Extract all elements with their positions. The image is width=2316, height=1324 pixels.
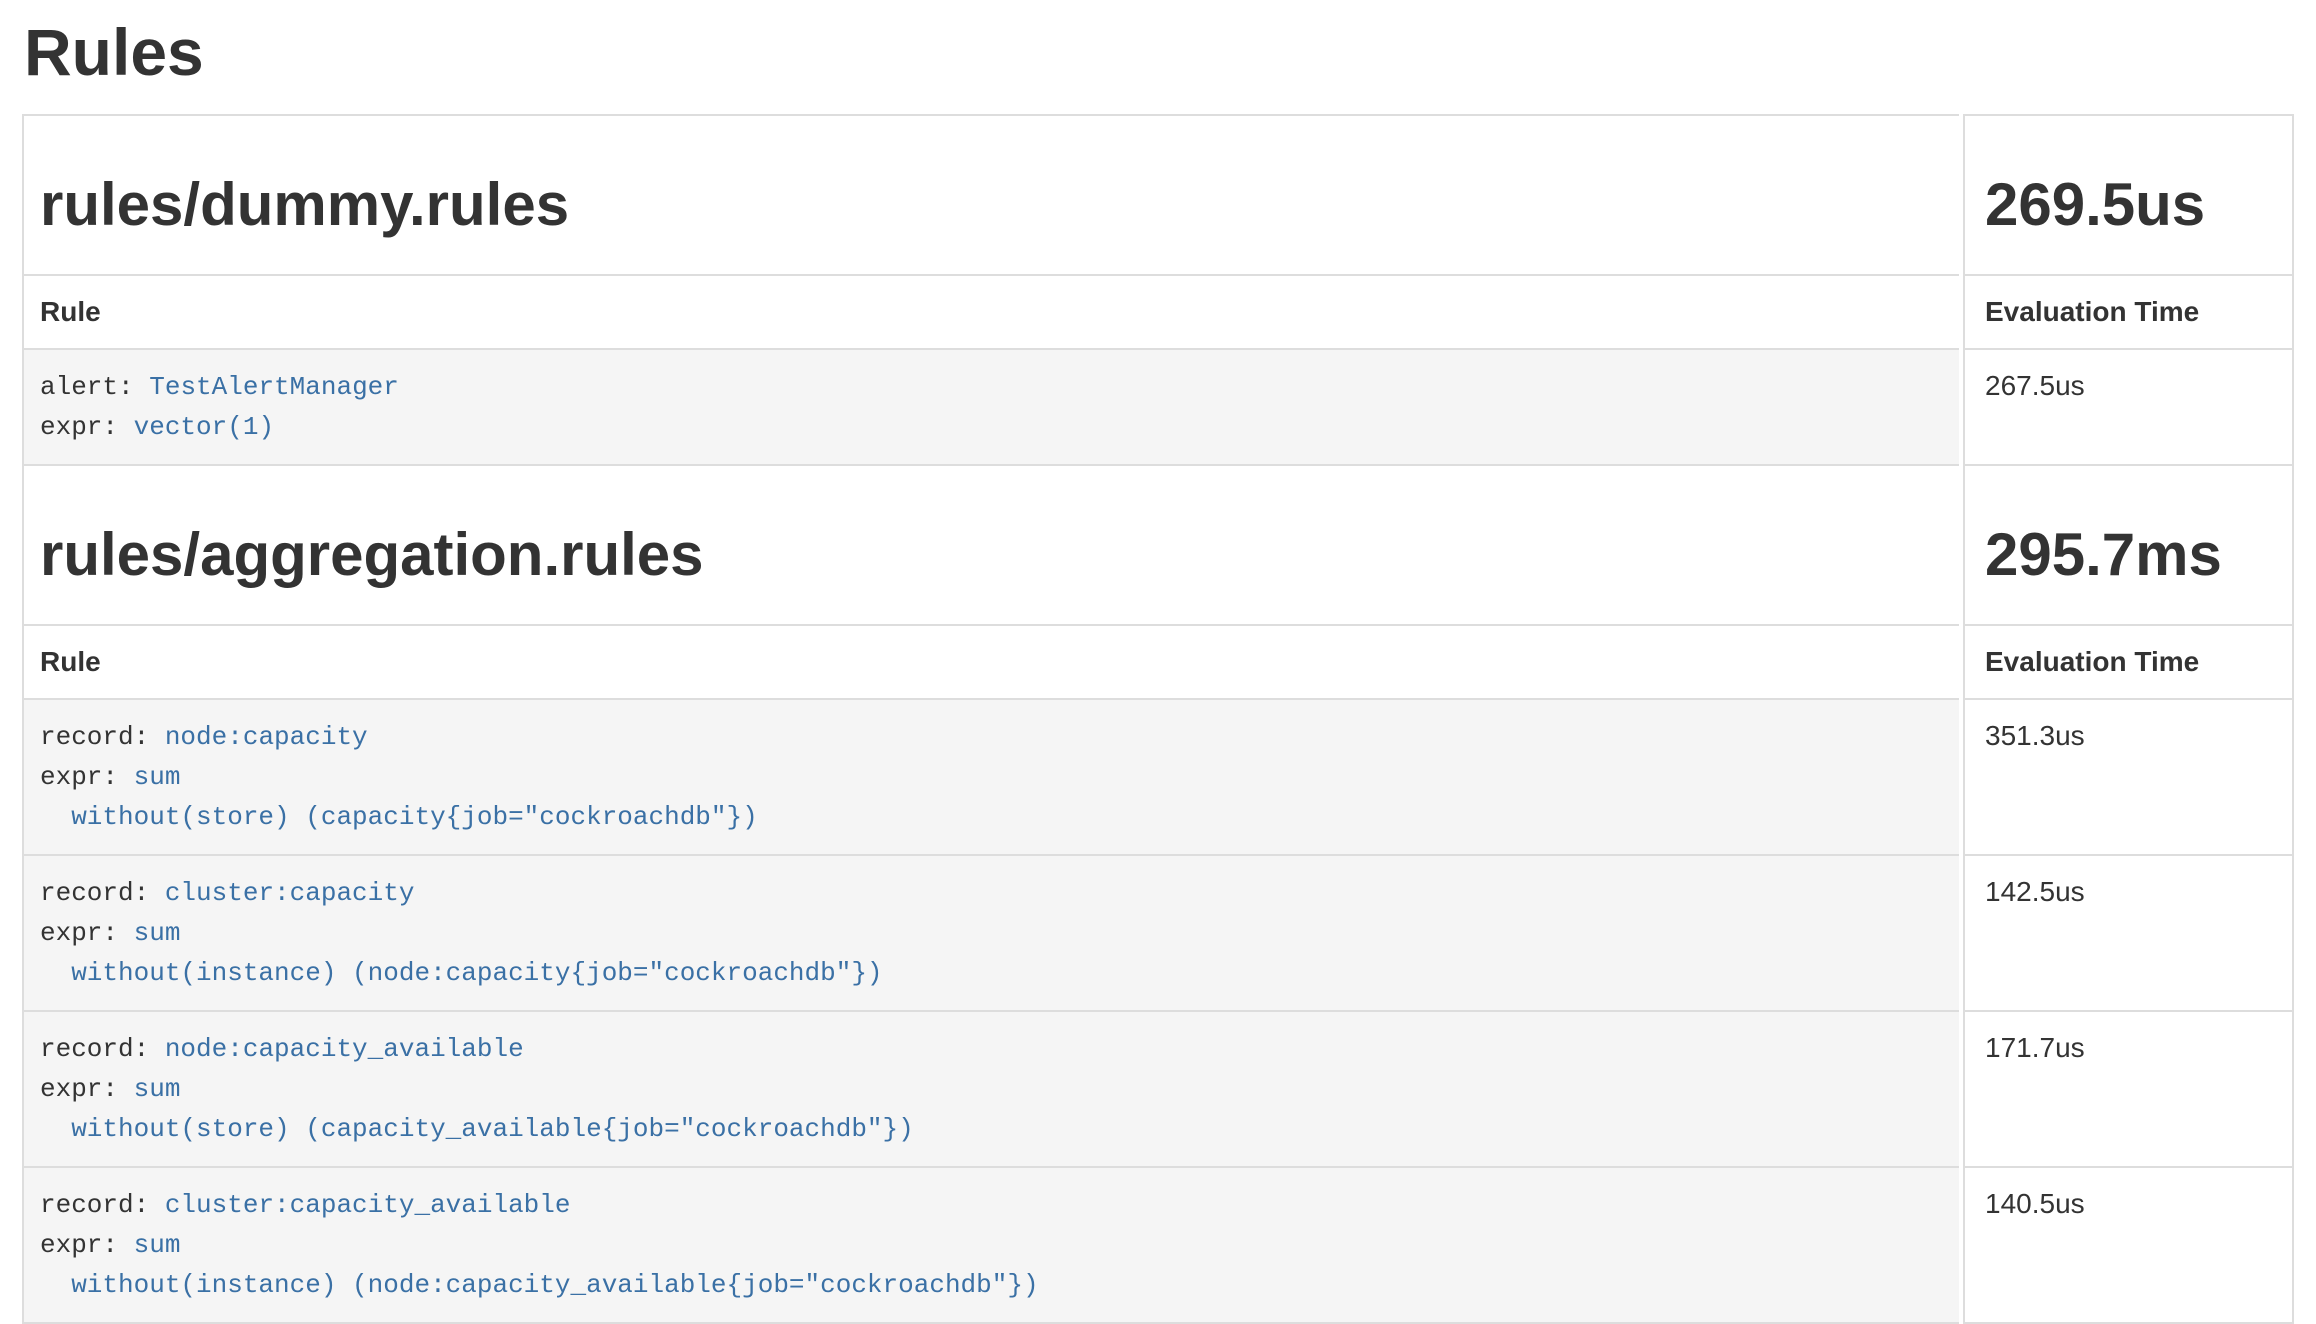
rule-column-header: Rule — [22, 626, 1959, 700]
rule-name-link[interactable]: TestAlertManager — [149, 372, 399, 402]
rule-group-header-row: rules/aggregation.rules 295.7ms — [22, 466, 2294, 626]
rule-evaluation-time: 142.5us — [1985, 876, 2085, 907]
rule-evaluation-time-cell: 140.5us — [1963, 1168, 2294, 1324]
rule-evaluation-time: 267.5us — [1985, 370, 2085, 401]
rule-definition: alert: TestAlertManager expr: vector(1) — [40, 367, 1943, 447]
rule-row: record: cluster:capacity expr: sum witho… — [22, 856, 2294, 1012]
rule-expr-link[interactable]: vector(1) — [134, 412, 274, 442]
rule-name-link[interactable]: node:capacity — [165, 722, 368, 752]
rule-keyword-label: alert: — [40, 372, 134, 402]
rule-group-evaluation-time: 269.5us — [1985, 172, 2276, 238]
rule-definition-cell: record: node:capacity expr: sum without(… — [22, 700, 1959, 856]
rule-name-link[interactable]: node:capacity_available — [165, 1034, 524, 1064]
rule-keyword-label: expr: — [40, 918, 118, 948]
rule-keyword-label: expr: — [40, 412, 118, 442]
evaluation-time-column-header: Evaluation Time — [1963, 276, 2294, 350]
rule-definition: record: node:capacity_available expr: su… — [40, 1029, 1943, 1149]
rule-keyword-label: record: — [40, 1034, 149, 1064]
rule-expr-link[interactable]: sum without(store) (capacity_available{j… — [40, 1074, 914, 1144]
rule-group-name-cell: rules/dummy.rules — [22, 114, 1959, 276]
rule-keyword-label: expr: — [40, 1230, 118, 1260]
rule-keyword-label: record: — [40, 878, 149, 908]
page-title: Rules — [24, 16, 2294, 88]
rule-definition-cell: record: cluster:capacity expr: sum witho… — [22, 856, 1959, 1012]
rule-group-name: rules/dummy.rules — [40, 172, 1943, 238]
rule-group-name-cell: rules/aggregation.rules — [22, 466, 1959, 626]
rule-row: record: node:capacity_available expr: su… — [22, 1012, 2294, 1168]
evaluation-time-column-header: Evaluation Time — [1963, 626, 2294, 700]
rules-table: rules/dummy.rules 269.5us Rule Evaluatio… — [22, 114, 2294, 1324]
rule-group-evaluation-time: 295.7ms — [1985, 522, 2276, 588]
rule-expr-link[interactable]: sum without(instance) (node:capacity{job… — [40, 918, 883, 988]
rule-evaluation-time-cell: 142.5us — [1963, 856, 2294, 1012]
rule-definition: record: node:capacity expr: sum without(… — [40, 717, 1943, 837]
rule-group-name: rules/aggregation.rules — [40, 522, 1943, 588]
rule-keyword-label: record: — [40, 1190, 149, 1220]
rule-evaluation-time: 171.7us — [1985, 1032, 2085, 1063]
rule-column-header: Rule — [22, 276, 1959, 350]
rule-row: record: node:capacity expr: sum without(… — [22, 700, 2294, 856]
rule-row: record: cluster:capacity_available expr:… — [22, 1168, 2294, 1324]
rule-keyword-label: record: — [40, 722, 149, 752]
rule-definition-cell: alert: TestAlertManager expr: vector(1) — [22, 350, 1959, 466]
rule-keyword-label: expr: — [40, 1074, 118, 1104]
rule-definition: record: cluster:capacity expr: sum witho… — [40, 873, 1943, 993]
rule-definition: record: cluster:capacity_available expr:… — [40, 1185, 1943, 1305]
rule-evaluation-time-cell: 171.7us — [1963, 1012, 2294, 1168]
column-header-row: Rule Evaluation Time — [22, 626, 2294, 700]
rule-expr-link[interactable]: sum without(store) (capacity{job="cockro… — [40, 762, 758, 832]
rule-row: alert: TestAlertManager expr: vector(1) … — [22, 350, 2294, 466]
column-header-row: Rule Evaluation Time — [22, 276, 2294, 350]
rule-evaluation-time-cell: 351.3us — [1963, 700, 2294, 856]
rule-group-evaluation-time-cell: 295.7ms — [1963, 466, 2294, 626]
rule-group-evaluation-time-cell: 269.5us — [1963, 114, 2294, 276]
rule-definition-cell: record: cluster:capacity_available expr:… — [22, 1168, 1959, 1324]
rule-evaluation-time: 351.3us — [1985, 720, 2085, 751]
rule-definition-cell: record: node:capacity_available expr: su… — [22, 1012, 1959, 1168]
rule-keyword-label: expr: — [40, 762, 118, 792]
rule-expr-link[interactable]: sum without(instance) (node:capacity_ava… — [40, 1230, 1039, 1300]
rule-name-link[interactable]: cluster:capacity — [165, 878, 415, 908]
rule-group-header-row: rules/dummy.rules 269.5us — [22, 114, 2294, 276]
rule-name-link[interactable]: cluster:capacity_available — [165, 1190, 571, 1220]
rule-evaluation-time: 140.5us — [1985, 1188, 2085, 1219]
rule-evaluation-time-cell: 267.5us — [1963, 350, 2294, 466]
